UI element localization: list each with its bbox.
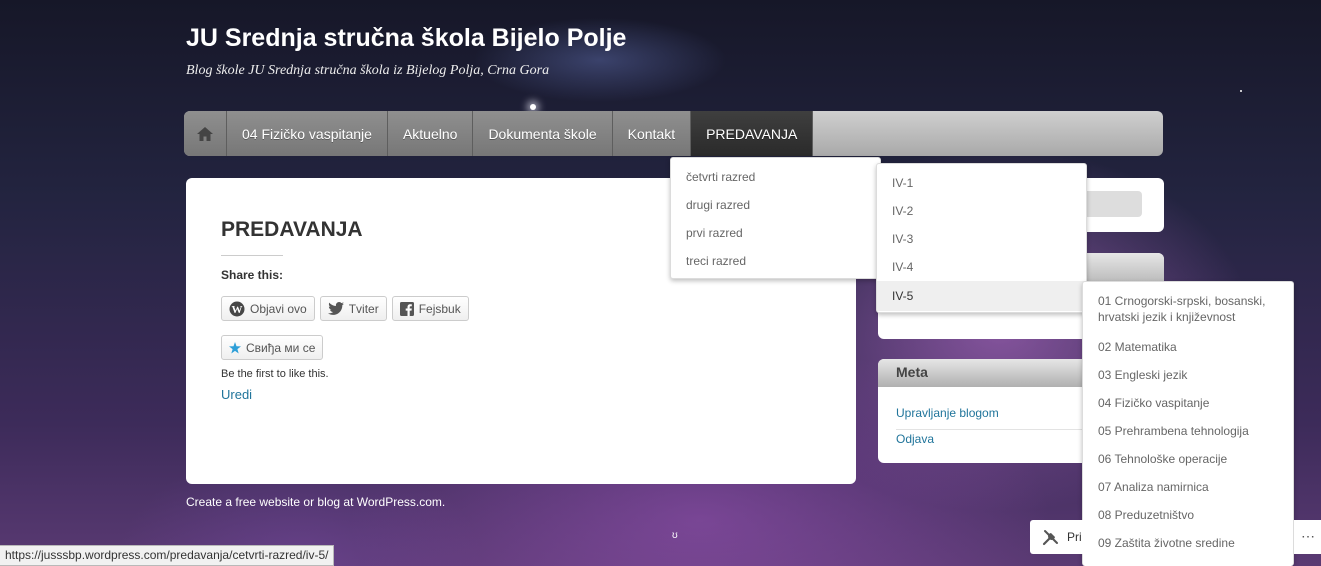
title-divider [221,255,283,256]
bottom-widget-label: Pri [1067,530,1082,544]
dropdown-item-subject-02[interactable]: 02 Matematika [1083,339,1293,355]
nav-item-aktuelno[interactable]: Aktuelno [387,111,474,156]
share-twitter-button[interactable]: Tviter [319,296,387,321]
dropdown-iv-5: 01 Crnogorski-srpski, bosanski, hrvatski… [1082,281,1294,566]
browser-status-url: https://jusssbp.wordpress.com/predavanja… [0,545,335,566]
main-nav: 04 Fizičko vaspitanje Aktuelno Dokumenta… [184,111,1163,156]
share-wordpress-label: Objavi ovo [250,301,307,316]
meta-link-odjava[interactable]: Odjava [896,432,934,446]
dropdown-item-subject-06[interactable]: 06 Tehnološke operacije [1083,451,1293,467]
dropdown-item-subject-08[interactable]: 08 Preduzetništvo [1083,507,1293,523]
dropdown-predavanja: četvrti razred drugi razred prvi razred … [670,157,881,279]
share-label: Share this: [221,268,284,282]
nav-item-fizicko-vaspitanje[interactable]: 04 Fizičko vaspitanje [227,111,388,156]
wordpress-icon: W [229,301,245,316]
dropdown-item-iv-3[interactable]: IV-3 [877,232,1086,246]
ellipsis-icon[interactable]: ⋯ [1294,520,1321,554]
page-title: PREDAVANJA [221,218,363,241]
bottom-toolbar-widget[interactable]: Pri [1030,520,1085,554]
home-icon [197,126,213,141]
star-icon [229,341,241,353]
tools-icon [1042,529,1058,545]
footer-credit-link[interactable]: Create a free website or blog at WordPre… [186,495,445,509]
share-facebook-button[interactable]: Fejsbuk [391,296,469,321]
dropdown-item-treci-razred[interactable]: treci razred [671,254,880,268]
site-title[interactable]: JU Srednja stručna škola Bijelo Polje [186,24,626,53]
edit-link[interactable]: Uredi [221,387,252,402]
site-description: Blog škole JU Srednja stručna škola iz B… [186,63,550,78]
dropdown-item-subject-04[interactable]: 04 Fizičko vaspitanje [1083,395,1293,411]
dropdown-item-iv-2[interactable]: IV-2 [877,204,1086,218]
svg-text:W: W [232,304,243,316]
dropdown-item-iv-5[interactable]: IV-5 [877,281,1086,311]
share-twitter-label: Tviter [348,301,379,316]
facebook-icon [399,301,414,316]
meta-divider [896,429,1096,430]
mouse-cursor-icon: ʊ [672,530,678,541]
nav-item-kontakt[interactable]: Kontakt [612,111,692,156]
nav-item-dokumenta-skole[interactable]: Dokumenta škole [473,111,613,156]
dropdown-item-cetvrti-razred[interactable]: četvrti razred [671,170,880,184]
dropdown-cetvrti-razred: IV-1 IV-2 IV-3 IV-4 IV-5 [876,163,1087,313]
background-star [530,104,536,110]
share-facebook-label: Fejsbuk [418,301,461,316]
share-wordpress-button[interactable]: W Objavi ovo [221,296,315,321]
dropdown-item-subject-05[interactable]: 05 Prehrambena tehnologija [1083,423,1293,439]
background-star [1240,90,1242,92]
like-button-label: Свиђа ми се [246,340,316,355]
meta-link-upravljanje-blogom[interactable]: Upravljanje blogom [896,406,999,420]
like-button[interactable]: Свиђа ми се [221,335,324,360]
nav-home[interactable] [184,111,227,156]
search-input[interactable] [1083,191,1142,217]
dropdown-item-iv-1[interactable]: IV-1 [877,176,1086,190]
first-like-text: Be the first to like this. [221,368,329,380]
dropdown-item-subject-09[interactable]: 09 Zaštita životne sredine [1083,535,1293,551]
nav-item-predavanja[interactable]: PREDAVANJA [691,111,814,156]
dropdown-item-subject-01[interactable]: 01 Crnogorski-srpski, bosanski, hrvatski… [1083,293,1293,325]
dropdown-item-prvi-razred[interactable]: prvi razred [671,226,880,240]
dropdown-item-iv-4[interactable]: IV-4 [877,260,1086,274]
dropdown-item-drugi-razred[interactable]: drugi razred [671,198,880,212]
dropdown-item-subject-03[interactable]: 03 Engleski jezik [1083,367,1293,383]
dropdown-item-subject-07[interactable]: 07 Analiza namirnica [1083,479,1293,495]
twitter-icon [327,301,344,315]
share-buttons: W Objavi ovo Tviter Fejsbuk [221,296,469,321]
